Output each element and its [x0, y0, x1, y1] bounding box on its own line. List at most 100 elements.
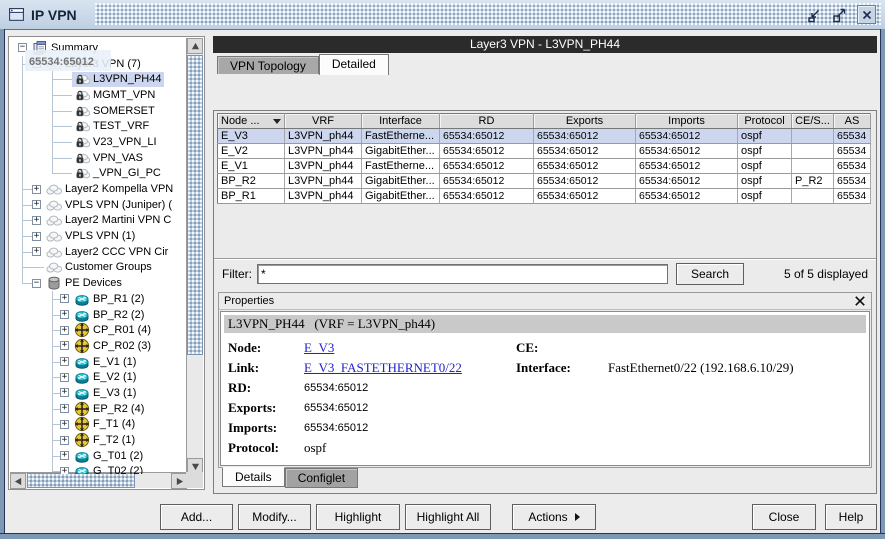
tab-details[interactable]: Details — [222, 467, 285, 487]
expand-toggle-icon[interactable]: + — [60, 294, 69, 303]
collapse-toggle-icon[interactable]: − — [32, 279, 41, 288]
tree-connector-tick — [52, 173, 72, 174]
column-header-ce-s[interactable]: CE/S... — [792, 114, 834, 129]
property-value-link[interactable]: E_V3_FASTETHERNET0/22 — [304, 360, 516, 376]
expand-toggle-icon[interactable]: + — [60, 341, 69, 350]
tree-connector-tick — [52, 315, 60, 316]
tree-item-vpn-vas[interactable]: VPN_VAS — [10, 150, 187, 166]
minimize-button[interactable] — [804, 5, 823, 24]
tree-item-somerset[interactable]: SOMERSET — [10, 103, 187, 119]
search-button[interactable]: Search — [676, 263, 744, 285]
expand-toggle-icon[interactable]: + — [60, 451, 69, 460]
expand-toggle-icon[interactable]: + — [32, 200, 41, 209]
column-header-exports[interactable]: Exports — [534, 114, 636, 129]
column-header-node[interactable]: Node ... — [218, 114, 285, 129]
cloud-icon — [46, 259, 62, 275]
tab-configlet[interactable]: Configlet — [285, 468, 358, 488]
help-button[interactable]: Help — [825, 504, 877, 530]
tree-vertical-scrollbar[interactable] — [186, 38, 203, 474]
expand-toggle-icon[interactable]: + — [60, 388, 69, 397]
close-window-button[interactable] — [857, 5, 876, 24]
tree-item-bp-r2-2[interactable]: +BP_R2 (2) — [10, 307, 187, 323]
tree-connector-tick — [22, 189, 32, 190]
column-header-rd[interactable]: RD — [440, 114, 534, 129]
tree-item-pe-devices[interactable]: −PE Devices — [10, 275, 187, 291]
modify-button[interactable]: Modify... — [238, 504, 311, 530]
horizontal-scroll-thumb[interactable] — [27, 473, 135, 488]
tree-item-g-t01-2[interactable]: +G_T01 (2) — [10, 448, 187, 464]
expand-toggle-icon[interactable]: + — [32, 185, 41, 194]
tree-item-layer2-martini-vpn-c[interactable]: +Layer2 Martini VPN C — [10, 213, 187, 229]
actions-button[interactable]: Actions — [512, 504, 596, 530]
tree-item-layer2-kompella-vpn[interactable]: +Layer2 Kompella VPN — [10, 181, 187, 197]
expand-toggle-icon[interactable]: + — [32, 232, 41, 241]
tree-item-label: _VPN_GI_PC — [93, 167, 161, 179]
vertical-scroll-thumb[interactable] — [187, 55, 203, 355]
tree-item-label: E_V3 (1) — [93, 387, 136, 399]
scroll-left-icon[interactable] — [10, 473, 26, 489]
expand-toggle-icon[interactable]: + — [60, 467, 69, 474]
tree-item-layer2-ccc-vpn-cir[interactable]: + Layer2 CCC VPN Cir — [10, 244, 187, 260]
tree-item-bp-r1-2[interactable]: + BP_R1 (2) — [10, 291, 187, 307]
table-row-e-v2[interactable]: E_V2L3VPN_ph44GigabitEther...65534:65012… — [218, 144, 871, 159]
tree-item-f-t1-4[interactable]: +F_T1 (4) — [10, 417, 187, 433]
add-button[interactable]: Add... — [160, 504, 233, 530]
tree-item-test-vrf[interactable]: TEST_VRF — [10, 118, 187, 134]
tab-detailed[interactable]: Detailed — [319, 54, 389, 75]
tree-item-v23-vpn-li[interactable]: V23_VPN_LI — [10, 134, 187, 150]
scroll-right-icon[interactable] — [171, 473, 187, 489]
expand-toggle-icon[interactable]: + — [60, 436, 69, 445]
tree-item-cp-r01-4[interactable]: +CP_R01 (4) — [10, 322, 187, 338]
table-row-e-v1[interactable]: E_V1L3VPN_ph44FastEtherne...65534:650126… — [218, 159, 871, 174]
expand-toggle-icon[interactable]: + — [32, 216, 41, 225]
column-header-as[interactable]: AS — [834, 114, 871, 129]
expand-toggle-icon[interactable]: + — [60, 420, 69, 429]
close-button[interactable]: Close — [752, 504, 816, 530]
properties-close-icon[interactable] — [854, 295, 866, 307]
tree-item-l3vpn-ph44[interactable]: L3VPN_PH44 — [10, 71, 187, 87]
tree-item-label: Layer2 CCC VPN Cir — [65, 246, 168, 258]
table-row-e-v3[interactable]: E_V3L3VPN_ph44FastEtherne...65534:650126… — [218, 129, 871, 144]
scroll-up-icon[interactable] — [187, 38, 203, 54]
expand-toggle-icon[interactable]: + — [32, 247, 41, 256]
tree-item-e-v3-1[interactable]: + E_V3 (1) — [10, 385, 187, 401]
tree-item-vpn-gi-pc[interactable]: _VPN_GI_PC — [10, 166, 187, 182]
expand-toggle-icon[interactable]: + — [60, 326, 69, 335]
column-header-imports[interactable]: Imports — [636, 114, 738, 129]
tree-item-f-t2-1[interactable]: +F_T2 (1) — [10, 432, 187, 448]
tree-item-cp-r02-3[interactable]: +CP_R02 (3) — [10, 338, 187, 354]
table-row-bp-r2[interactable]: BP_R2L3VPN_ph44GigabitEther...65534:6501… — [218, 174, 871, 189]
tree-item-core: VPLS VPN (1) — [44, 229, 137, 244]
table-cell: 65534:65012 — [636, 159, 738, 174]
tree-item-e-v1-1[interactable]: +E_V1 (1) — [10, 354, 187, 370]
filter-status: 5 of 5 displayed — [756, 267, 868, 281]
maximize-button[interactable] — [829, 5, 848, 24]
table-cell: ospf — [738, 174, 792, 189]
tab-vpn-topology[interactable]: VPN Topology — [217, 56, 319, 74]
tree-item-customer-groups[interactable]: Customer Groups — [10, 260, 187, 276]
expand-toggle-icon[interactable]: + — [60, 404, 69, 413]
highlight-button[interactable]: Highlight — [316, 504, 400, 530]
expand-toggle-icon[interactable]: + — [60, 373, 69, 382]
tree-item-mgmt-vpn[interactable]: MGMT_VPN — [10, 87, 187, 103]
button-label: Highlight — [335, 510, 382, 524]
column-header-protocol[interactable]: Protocol — [738, 114, 792, 129]
tree-horizontal-scrollbar[interactable] — [10, 472, 187, 488]
tree-item-label: BP_R1 (2) — [93, 293, 144, 305]
tree-item-e-v2-1[interactable]: +E_V2 (1) — [10, 369, 187, 385]
expand-toggle-icon[interactable]: + — [60, 310, 69, 319]
tree-item-ep-r2-4[interactable]: +EP_R2 (4) — [10, 401, 187, 417]
filter-input[interactable] — [257, 264, 668, 284]
property-value-link[interactable]: E_V3 — [304, 340, 516, 356]
highlight-all-button[interactable]: Highlight All — [405, 504, 491, 530]
tree-connector-tick — [52, 95, 72, 96]
tree-item-vpls-vpn-1[interactable]: +VPLS VPN (1) — [10, 228, 187, 244]
tree-item-vpls-vpn-juniper[interactable]: +VPLS VPN (Juniper) ( — [10, 197, 187, 213]
window-titlebar[interactable]: IP VPN — [0, 0, 885, 30]
table-row-bp-r1[interactable]: BP_R1L3VPN_ph44GigabitEther...65534:6501… — [218, 189, 871, 204]
column-header-interface[interactable]: Interface — [362, 114, 440, 129]
column-header-vrf[interactable]: VRF — [285, 114, 362, 129]
table-cell: 65534 — [834, 174, 871, 189]
tree-item-g-t02-2[interactable]: +G_T02 (2) — [10, 464, 187, 474]
expand-toggle-icon[interactable]: + — [60, 357, 69, 366]
